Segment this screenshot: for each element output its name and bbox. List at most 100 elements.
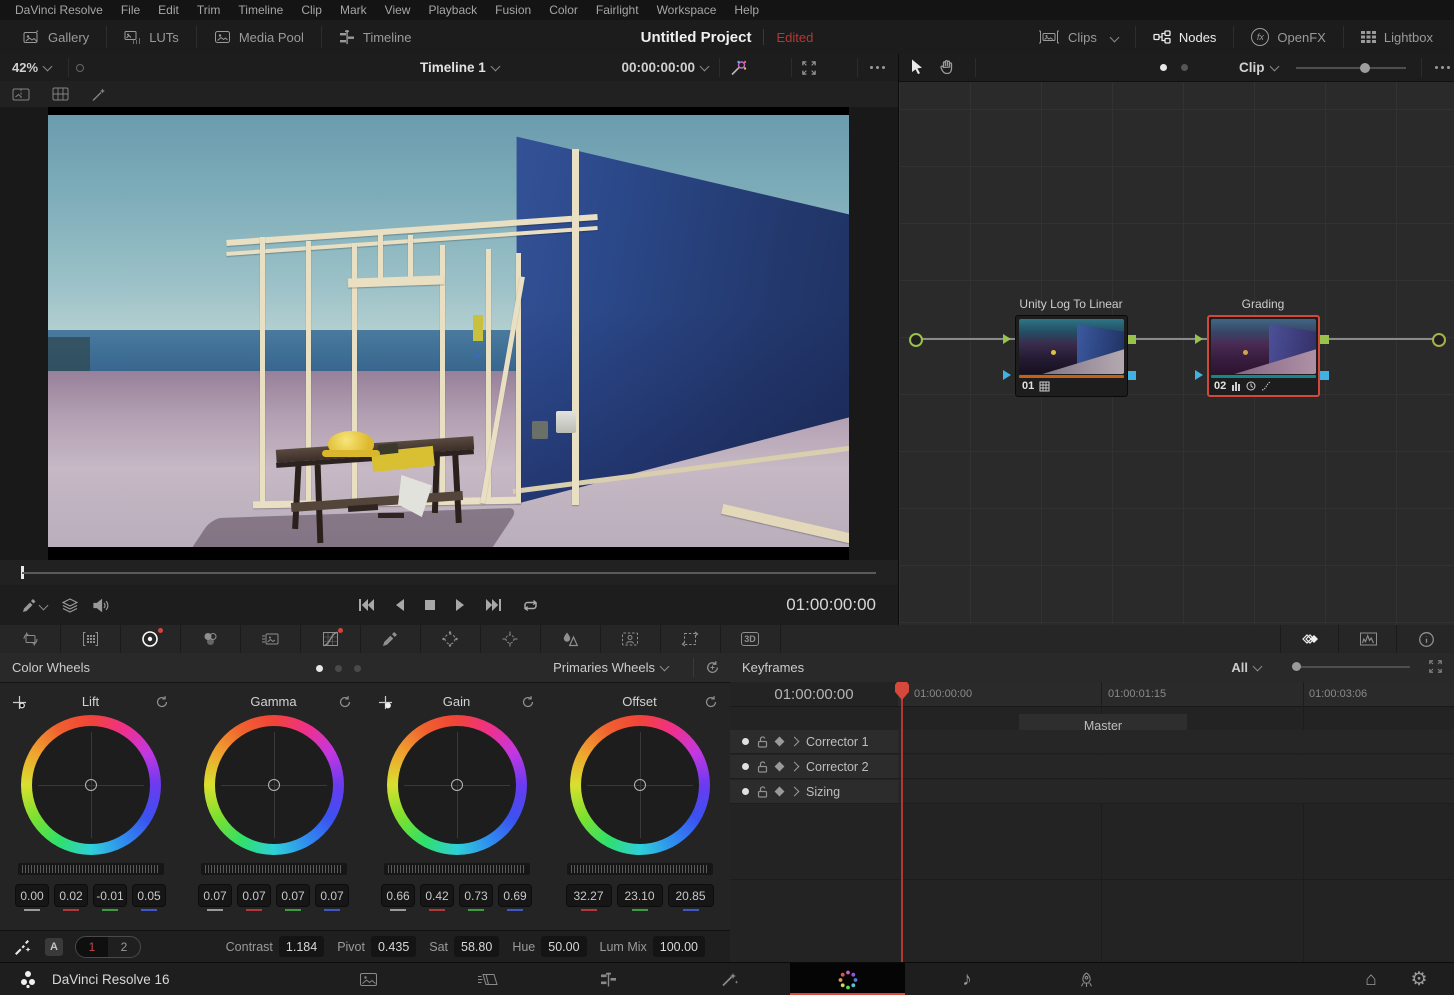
auto-grade-tools-button[interactable]	[14, 938, 33, 955]
corrector2-row-track[interactable]	[898, 755, 1454, 779]
luts-button[interactable]: LUTs	[107, 20, 196, 54]
pivot-value[interactable]: 0.435	[371, 936, 416, 957]
keyframe-diamond-icon[interactable]	[775, 787, 785, 797]
gain-wheel-indicator[interactable]	[451, 779, 463, 791]
viewer-zoom-select[interactable]: 42%	[12, 54, 51, 81]
page-tab-fairlight[interactable]: ♪	[910, 963, 1024, 995]
gamma-master-wheel[interactable]	[201, 863, 347, 875]
unlock-icon[interactable]	[757, 736, 768, 748]
gamma-wheel[interactable]	[204, 715, 344, 855]
wheels-mode-select[interactable]: Primaries Wheels	[553, 653, 668, 682]
menu-item-playback[interactable]: Playback	[419, 0, 486, 20]
node-tree-output-port[interactable]	[1432, 333, 1446, 347]
tracker-tab[interactable]	[480, 625, 541, 653]
menu-item-timeline[interactable]: Timeline	[229, 0, 292, 20]
project-manager-button[interactable]: ⌂	[1348, 963, 1394, 995]
viewer-options-button[interactable]	[860, 54, 894, 81]
node2-key-output[interactable]	[1320, 371, 1329, 380]
info-toggle[interactable]	[1396, 625, 1454, 653]
node-pager-dots[interactable]	[1160, 64, 1188, 71]
sizing-row-track[interactable]	[898, 780, 1454, 804]
menu-item-fusion[interactable]: Fusion	[486, 0, 540, 20]
pager-dot-active[interactable]	[1160, 64, 1167, 71]
project-settings-button[interactable]: ⚙	[1396, 963, 1442, 995]
gamma-b-value[interactable]: 0.07	[315, 884, 349, 911]
source-input-port[interactable]	[909, 333, 923, 347]
menu-item-color[interactable]: Color	[540, 0, 587, 20]
expand-row-chevron[interactable]	[790, 762, 800, 772]
keyframe-diamond-icon[interactable]	[775, 762, 785, 772]
gain-g-value[interactable]: 0.73	[459, 884, 493, 911]
page-tab-media[interactable]	[311, 963, 425, 995]
slider-knob[interactable]	[1360, 63, 1370, 73]
enable-dot-icon[interactable]	[742, 788, 749, 795]
node-options-button[interactable]	[1435, 66, 1450, 69]
menu-item-file[interactable]: File	[112, 0, 149, 20]
unlock-icon[interactable]	[757, 761, 768, 773]
offset-b-value[interactable]: 20.85	[668, 884, 714, 911]
gamma-wheel-indicator[interactable]	[268, 779, 280, 791]
timeline-select[interactable]: Timeline 1	[420, 54, 499, 81]
contrast-value[interactable]: 1.184	[279, 936, 324, 957]
viewer-timecode-select[interactable]: 00:00:00:00	[621, 54, 708, 81]
curves-tab[interactable]	[300, 625, 361, 653]
node1-rgb-output[interactable]	[1127, 335, 1136, 344]
expand-viewer-button[interactable]	[792, 54, 826, 81]
reset-all-button[interactable]	[705, 660, 720, 675]
lift-r-value[interactable]: 0.02	[54, 884, 88, 911]
keyframe-row-corrector1[interactable]: Corrector 1	[730, 730, 1454, 754]
sat-value[interactable]: 58.80	[454, 936, 499, 957]
menu-item-app[interactable]: DaVinci Resolve	[6, 0, 112, 20]
pager-dot-active[interactable]	[316, 665, 323, 672]
unlock-icon[interactable]	[757, 786, 768, 798]
node-zoom-slider[interactable]	[1296, 67, 1406, 69]
offset-reset-button[interactable]	[704, 695, 718, 709]
menu-item-view[interactable]: View	[376, 0, 420, 20]
node1-key-output[interactable]	[1127, 371, 1136, 380]
page-tab-fusion[interactable]	[672, 963, 786, 995]
blur-tab[interactable]	[540, 625, 601, 653]
pan-tool-button[interactable]	[939, 59, 955, 75]
motion-effects-tab[interactable]	[240, 625, 301, 653]
node2-rgb-output[interactable]	[1320, 335, 1329, 344]
page-tab-cut[interactable]	[430, 963, 544, 995]
lift-wheel-indicator[interactable]	[85, 779, 97, 791]
keyframes-filter-select[interactable]: All	[1231, 653, 1261, 682]
lift-master-wheel[interactable]	[18, 863, 164, 875]
menu-item-edit[interactable]: Edit	[149, 0, 188, 20]
offset-wheel-indicator[interactable]	[634, 779, 646, 791]
node-graph-canvas[interactable]: Unity Log To Linear 01 Grading 02	[899, 81, 1454, 625]
keyframes-playhead-line[interactable]	[901, 699, 903, 962]
viewer-stage[interactable]	[0, 107, 898, 560]
gain-wheel[interactable]	[387, 715, 527, 855]
loop-button[interactable]	[521, 598, 540, 613]
openfx-button[interactable]: fx OpenFX	[1234, 20, 1342, 54]
media-pool-button[interactable]: Media Pool	[197, 20, 321, 54]
clips-button[interactable]: Clips	[1021, 20, 1135, 54]
lum-mix-value[interactable]: 100.00	[653, 936, 705, 957]
keyframe-row-sizing[interactable]: Sizing	[730, 780, 1454, 804]
enable-dot-icon[interactable]	[742, 763, 749, 770]
wheel-tab-1[interactable]: 1	[76, 937, 108, 957]
expand-row-chevron[interactable]	[790, 787, 800, 797]
go-to-last-frame-button[interactable]	[485, 598, 502, 612]
viewer-scrub-bar[interactable]	[0, 560, 898, 585]
slider-knob[interactable]	[1292, 662, 1301, 671]
menu-item-workspace[interactable]: Workspace	[648, 0, 726, 20]
select-tool-button[interactable]	[911, 59, 924, 75]
wand-icon[interactable]	[91, 87, 107, 102]
menu-item-mark[interactable]: Mark	[331, 0, 376, 20]
gain-b-value[interactable]: 0.69	[498, 884, 532, 911]
gamma-g-value[interactable]: 0.07	[276, 884, 310, 911]
gamma-reset-button[interactable]	[338, 695, 352, 709]
rgb-mixer-tab[interactable]	[180, 625, 241, 653]
scrub-track[interactable]	[22, 572, 876, 574]
white-point-picker-icon[interactable]	[378, 695, 393, 710]
node2-rgb-input[interactable]	[1195, 334, 1203, 344]
enhance-wand-button[interactable]	[720, 54, 756, 81]
pager-dot[interactable]	[1181, 64, 1188, 71]
node1-key-input[interactable]	[1003, 370, 1011, 380]
pager-dot[interactable]	[354, 665, 361, 672]
offset-wheel[interactable]	[570, 715, 710, 855]
enable-dot-icon[interactable]	[742, 738, 749, 745]
